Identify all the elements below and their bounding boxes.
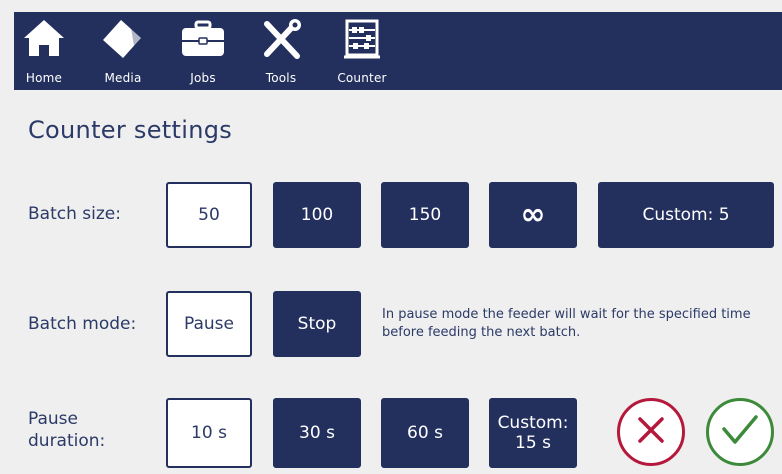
page-title: Counter settings	[28, 116, 233, 144]
media-icon	[101, 18, 145, 64]
nav-tools[interactable]: Tools	[252, 12, 310, 90]
close-icon	[634, 413, 668, 451]
pause-duration-custom-line2: 15 s	[515, 433, 551, 453]
batch-size-150-button[interactable]: 150	[381, 182, 469, 248]
confirm-button[interactable]	[706, 398, 774, 466]
check-icon	[720, 413, 760, 451]
pause-duration-label: Pause duration:	[28, 408, 105, 452]
tools-icon	[259, 18, 303, 64]
nav-jobs-label: Jobs	[190, 71, 216, 85]
nav-counter[interactable]: Counter	[330, 12, 394, 90]
batch-mode-note: In pause mode the feeder will wait for t…	[382, 307, 751, 340]
counter-icon	[342, 18, 382, 64]
pause-duration-10s-button[interactable]: 10 s	[166, 398, 252, 468]
batch-mode-pause-button[interactable]: Pause	[166, 291, 252, 357]
pause-duration-30s-button[interactable]: 30 s	[273, 398, 361, 468]
cancel-button[interactable]	[617, 398, 685, 466]
nav-home-label: Home	[25, 71, 63, 85]
pause-duration-custom-button[interactable]: Custom: 15 s	[489, 398, 577, 468]
nav-media-label: Media	[104, 71, 142, 85]
batch-mode-stop-button[interactable]: Stop	[273, 291, 361, 357]
pause-duration-60s-button[interactable]: 60 s	[381, 398, 469, 468]
pause-duration-custom-line1: Custom:	[497, 412, 569, 433]
nav-jobs[interactable]: Jobs	[174, 12, 232, 90]
top-nav-bar: Home Media Jobs Tools Counter	[14, 12, 782, 90]
batch-size-100-button[interactable]: 100	[273, 182, 361, 248]
home-icon	[22, 18, 66, 62]
batch-mode-label: Batch mode:	[28, 314, 137, 334]
batch-size-50-button[interactable]: 50	[166, 182, 252, 248]
jobs-icon	[179, 18, 227, 62]
pause-duration-label-line2: duration:	[28, 431, 106, 451]
nav-media[interactable]: Media	[92, 12, 154, 90]
batch-size-custom-button[interactable]: Custom: 5	[598, 182, 774, 248]
batch-size-label: Batch size:	[28, 204, 121, 224]
batch-size-infinite-button[interactable]: ∞	[489, 182, 577, 248]
nav-counter-label: Counter	[337, 71, 387, 85]
nav-home[interactable]: Home	[14, 12, 74, 90]
pause-duration-label-line1: Pause	[28, 409, 78, 429]
nav-tools-label: Tools	[265, 71, 297, 85]
